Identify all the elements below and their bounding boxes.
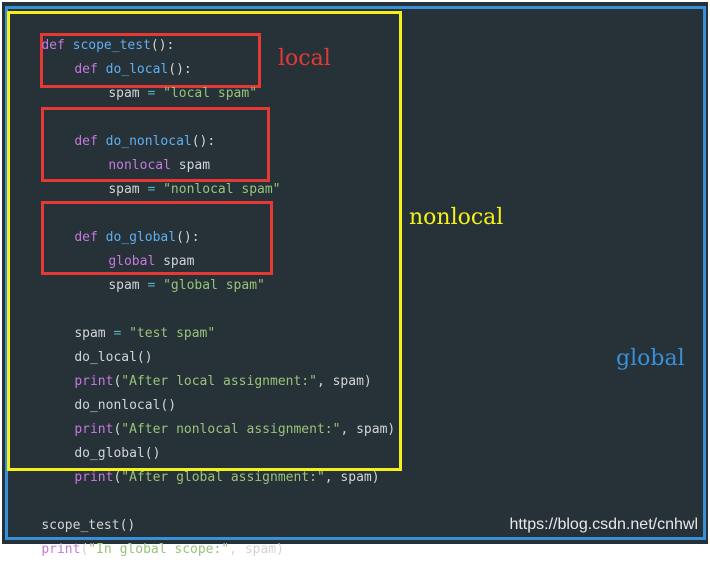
local-scope-label: local xyxy=(278,46,331,71)
code-line-local-assign: spam = "local spam" xyxy=(77,58,257,101)
code-line-def-do-local: def do_local(): xyxy=(43,34,191,77)
code-line-print-after-local: print("After local assignment:", spam) xyxy=(43,346,371,389)
args-tail: , spam) xyxy=(229,542,284,557)
assign-operator: = xyxy=(139,86,164,101)
args-tail: , spam) xyxy=(340,422,396,437)
code-line-print-in-global: print("In global scope:", spam) xyxy=(10,514,284,557)
code-line-global-assign: spam = "global spam" xyxy=(77,250,265,293)
code-line-nonlocal-decl: nonlocal spam xyxy=(77,130,210,173)
code-line-nonlocal-assign: spam = "nonlocal spam" xyxy=(77,154,280,197)
code-line-print-after-global: print("After global assignment:", spam) xyxy=(43,442,379,485)
string-literal: "In global scope:" xyxy=(88,542,230,557)
string-literal: "local spam" xyxy=(163,86,258,101)
code-line-def-do-nonlocal: def do_nonlocal(): xyxy=(43,106,215,149)
args-tail: , spam) xyxy=(316,374,372,389)
code-line-call-do-local: do_local() xyxy=(43,322,152,365)
print-function: print xyxy=(41,542,81,557)
code-line-global-decl: global spam xyxy=(77,226,194,269)
watermark-url: https://blog.csdn.net/cnhwl xyxy=(509,516,698,533)
string-literal: "global spam" xyxy=(163,278,265,293)
variable: spam xyxy=(108,182,140,197)
code-line-test-assign: spam = "test spam" xyxy=(43,298,215,341)
code-line-call-scope-test: scope_test() xyxy=(10,490,135,533)
string-literal: "After global assignment:" xyxy=(121,470,325,485)
code-figure: local nonlocal global def scope_test(): … xyxy=(2,2,708,557)
code-line-call-do-nonlocal: do_nonlocal() xyxy=(43,370,176,413)
code-line-def-scope-test: def scope_test(): xyxy=(10,10,174,53)
assign-operator: = xyxy=(139,182,164,197)
code-line-print-after-nonlocal: print("After nonlocal assignment:", spam… xyxy=(43,394,395,437)
variable: spam xyxy=(108,86,140,101)
print-function: print xyxy=(74,470,114,485)
global-scope-label: global xyxy=(616,346,685,371)
string-literal: "nonlocal spam" xyxy=(163,182,281,197)
assign-operator: = xyxy=(139,278,164,293)
variable: spam xyxy=(108,278,140,293)
nonlocal-scope-label: nonlocal xyxy=(409,205,504,230)
code-line-call-do-global: do_global() xyxy=(43,418,160,461)
code-line-def-do-global: def do_global(): xyxy=(43,202,199,245)
args-tail: , spam) xyxy=(324,470,380,485)
